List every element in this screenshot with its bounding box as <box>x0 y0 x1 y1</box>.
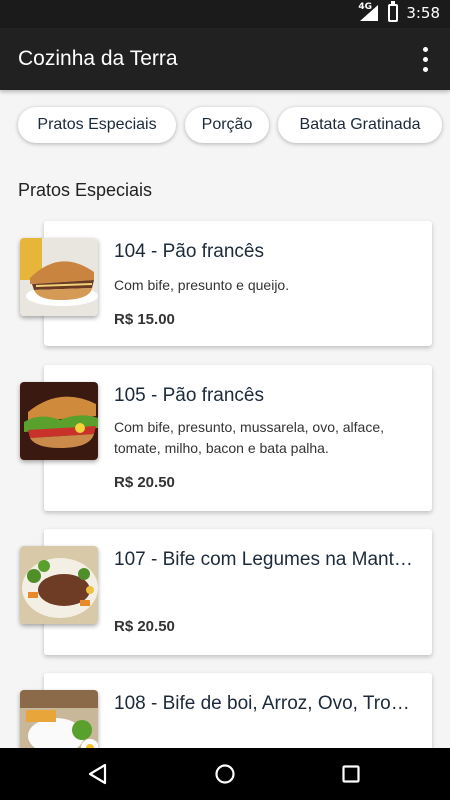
sandwich-photo[interactable] <box>20 382 98 460</box>
product-name: 104 - Pão francês <box>114 241 264 262</box>
category-chip-porcao[interactable]: Porção <box>185 107 269 143</box>
product-price: R$ 20.50 <box>114 474 175 491</box>
product-description: Com bife, presunto, mussarela, ovo, alfa… <box>114 419 385 456</box>
category-chips: Pratos Especiais Porção Batata Gratinada <box>0 90 450 160</box>
product-card[interactable]: 104 - Pão francês Com bife, presunto e q… <box>44 221 432 346</box>
status-bar: 4G 3:58 <box>0 0 450 28</box>
app-title: Cozinha da Terra <box>18 47 178 70</box>
clock: 3:58 <box>406 4 440 22</box>
more-vert-icon[interactable] <box>414 44 436 74</box>
signal-icon: 4G <box>358 2 380 22</box>
steak-vegetables-photo[interactable] <box>20 546 98 624</box>
navigation-bar <box>0 748 450 800</box>
product-price: R$ 20.50 <box>114 618 175 635</box>
product-name: 108 - Bife de boi, Arroz, Ovo, Tropeiro <box>114 693 419 714</box>
product-card[interactable]: 107 - Bife com Legumes na Manteiga R$ 20… <box>44 529 432 655</box>
product-card[interactable]: 105 - Pão francês Com bife, presunto, mu… <box>44 365 432 511</box>
sandwich-photo[interactable] <box>20 238 98 316</box>
product-description: Com bife, presunto e queijo. <box>114 277 290 293</box>
section-title: Pratos Especiais <box>18 180 153 200</box>
product-name: 107 - Bife com Legumes na Manteiga <box>114 549 419 570</box>
category-chip-pratos-especiais[interactable]: Pratos Especiais <box>18 107 176 143</box>
home-circle-icon[interactable] <box>195 748 255 800</box>
product-price: R$ 15.00 <box>114 311 175 328</box>
app-bar: Cozinha da Terra <box>0 28 450 90</box>
category-chip-batata-gratinada[interactable]: Batata Gratinada <box>278 107 442 143</box>
product-name: 105 - Pão francês <box>114 385 264 406</box>
network-type: 4G <box>358 2 372 12</box>
recents-square-icon[interactable] <box>321 748 381 800</box>
battery-icon <box>388 1 399 22</box>
back-triangle-icon[interactable] <box>68 748 128 800</box>
